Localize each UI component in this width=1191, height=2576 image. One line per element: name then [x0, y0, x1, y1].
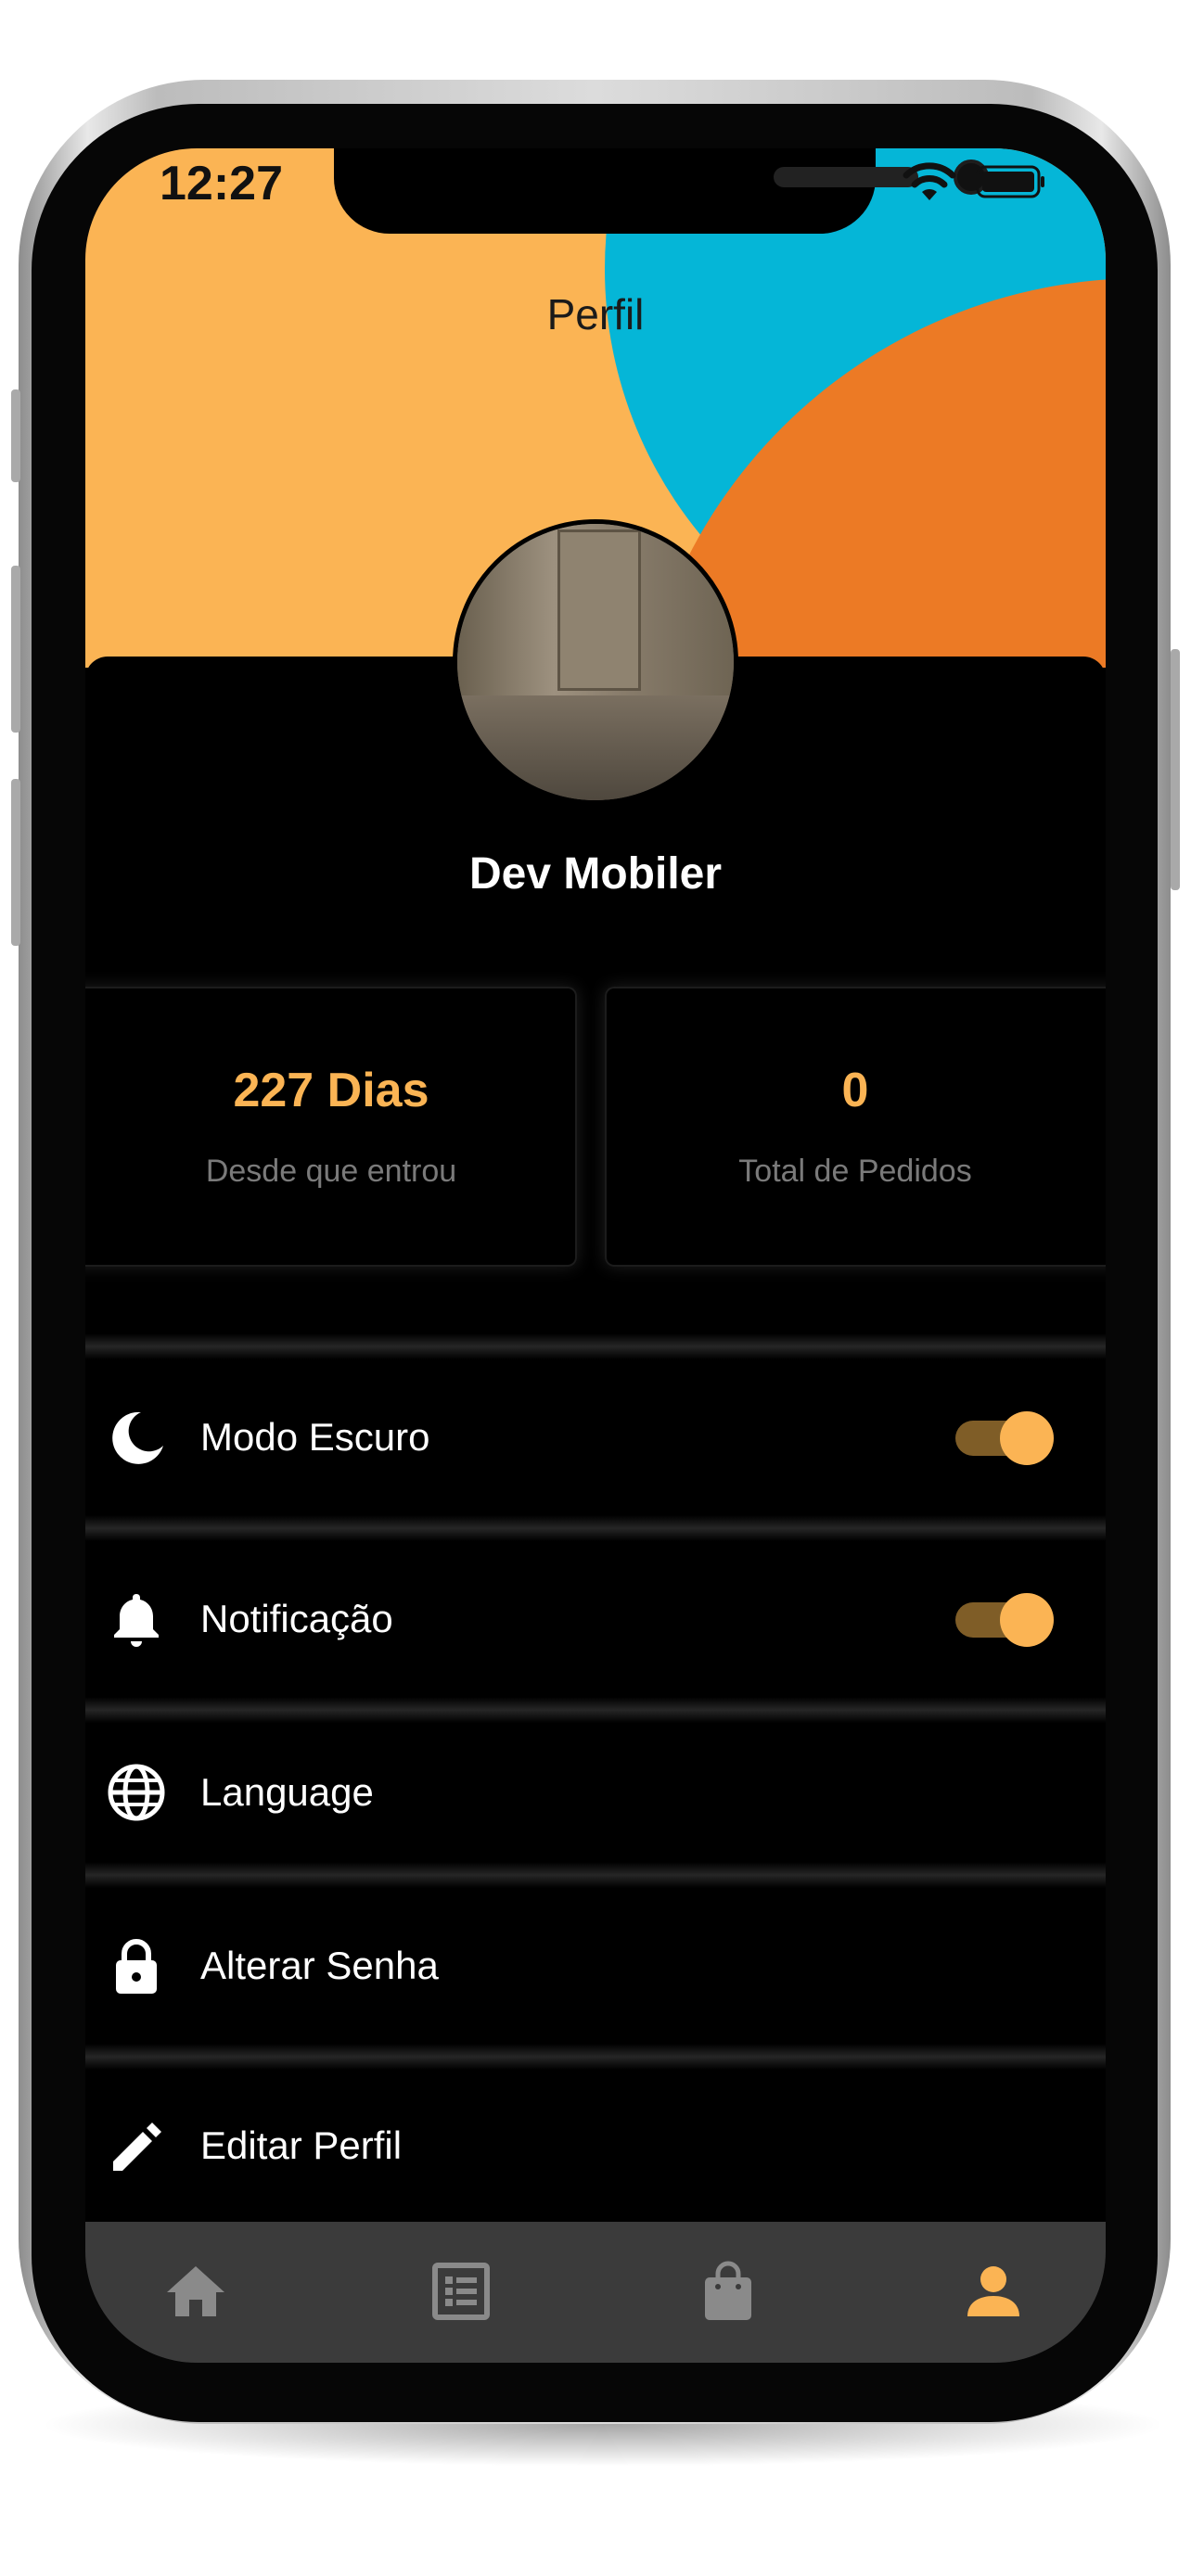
battery-icon: [976, 165, 1044, 198]
menu-divider: [85, 2044, 1106, 2070]
app-screen: Perfil 12:27 Dev Mobiler 227 Dias Desde …: [85, 148, 1106, 2363]
person-icon[interactable]: [961, 2259, 1026, 2324]
stat-orders-value: 0: [841, 1064, 869, 1117]
volume-up-button: [11, 566, 20, 733]
globe-icon: [108, 1764, 165, 1821]
menu-divider: [85, 1862, 1106, 1888]
menu-item-label: Notificação: [200, 1597, 393, 1640]
list-icon[interactable]: [429, 2259, 493, 2324]
toggle-thumb: [1000, 1593, 1054, 1647]
speaker-grille: [774, 167, 918, 187]
power-button: [1171, 649, 1180, 890]
bell-icon: [114, 1594, 159, 1647]
page-title: Perfil: [546, 290, 645, 338]
menu-item-language[interactable]: Language: [85, 1723, 1106, 1862]
shopping-bag-icon[interactable]: [696, 2259, 761, 2324]
menu-divider: [85, 1697, 1106, 1723]
menu-item-label: Language: [200, 1770, 374, 1814]
menu-item-label: Editar Perfil: [200, 2123, 403, 2167]
avatar-photo-door: [557, 529, 641, 691]
menu-divider: [85, 1333, 1106, 1359]
stat-orders-label: Total de Pedidos: [738, 1154, 972, 1189]
stat-card-days: 227 Dias Desde que entrou: [85, 987, 577, 1267]
bottom-navigation: [85, 2222, 1106, 2363]
wifi-icon: [903, 162, 956, 200]
mute-switch: [11, 389, 20, 482]
stat-days-value: 227 Dias: [233, 1064, 429, 1117]
lock-icon: [116, 1939, 157, 1994]
menu-item-dark-mode[interactable]: Modo Escuro: [85, 1359, 1106, 1515]
notch: [334, 148, 989, 234]
stat-card-orders: 0 Total de Pedidos: [605, 987, 1106, 1267]
menu-item-label: Alterar Senha: [200, 1944, 439, 1987]
menu-divider: [85, 1515, 1106, 1541]
menu-item-edit-profile[interactable]: Editar Perfil: [85, 2070, 1106, 2222]
toggle-thumb: [1000, 1411, 1054, 1465]
home-icon[interactable]: [163, 2259, 228, 2324]
dark-mode-toggle[interactable]: [955, 1409, 1056, 1465]
stat-days-label: Desde que entrou: [205, 1154, 457, 1189]
volume-down-button: [11, 779, 20, 946]
menu-item-change-password[interactable]: Alterar Senha: [85, 1888, 1106, 2044]
status-time: 12:27: [160, 157, 283, 210]
menu-item-notification[interactable]: Notificação: [85, 1541, 1106, 1697]
user-name: Dev Mobiler: [468, 849, 723, 899]
notification-toggle[interactable]: [955, 1591, 1056, 1647]
moon-icon: [112, 1411, 163, 1464]
menu-item-label: Modo Escuro: [200, 1415, 430, 1459]
avatar-photo-floor: [457, 695, 734, 800]
pencil-icon: [113, 2123, 161, 2171]
avatar[interactable]: [453, 519, 738, 805]
